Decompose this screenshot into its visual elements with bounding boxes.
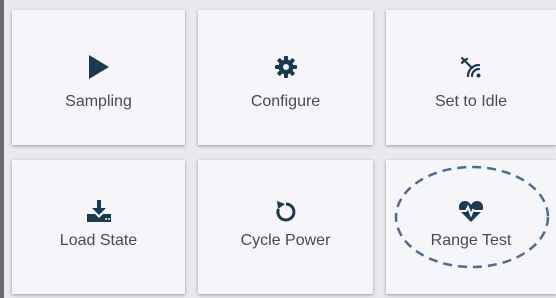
range-test-tile[interactable]: Range Test	[386, 160, 556, 294]
configure-tile[interactable]: Configure	[198, 10, 373, 145]
action-tile-grid: Sampling Configure Set to Idle Load Stat…	[0, 0, 556, 298]
window-edge	[0, 0, 4, 298]
sampling-tile[interactable]: Sampling	[12, 10, 185, 145]
signal-off-icon	[458, 54, 484, 80]
load-state-label: Load State	[59, 232, 138, 249]
set-to-idle-label: Set to Idle	[434, 93, 508, 110]
cycle-power-label: Cycle Power	[240, 232, 331, 249]
restart-icon	[273, 198, 299, 224]
download-icon	[86, 198, 112, 224]
range-test-label: Range Test	[430, 232, 512, 249]
sampling-label: Sampling	[65, 93, 132, 110]
configure-label: Configure	[250, 93, 321, 110]
set-to-idle-tile[interactable]: Set to Idle	[386, 10, 556, 145]
gear-icon	[273, 54, 299, 80]
play-icon	[86, 54, 112, 80]
load-state-tile[interactable]: Load State	[12, 160, 185, 294]
heart-pulse-icon	[458, 198, 484, 224]
cycle-power-tile[interactable]: Cycle Power	[198, 160, 373, 294]
